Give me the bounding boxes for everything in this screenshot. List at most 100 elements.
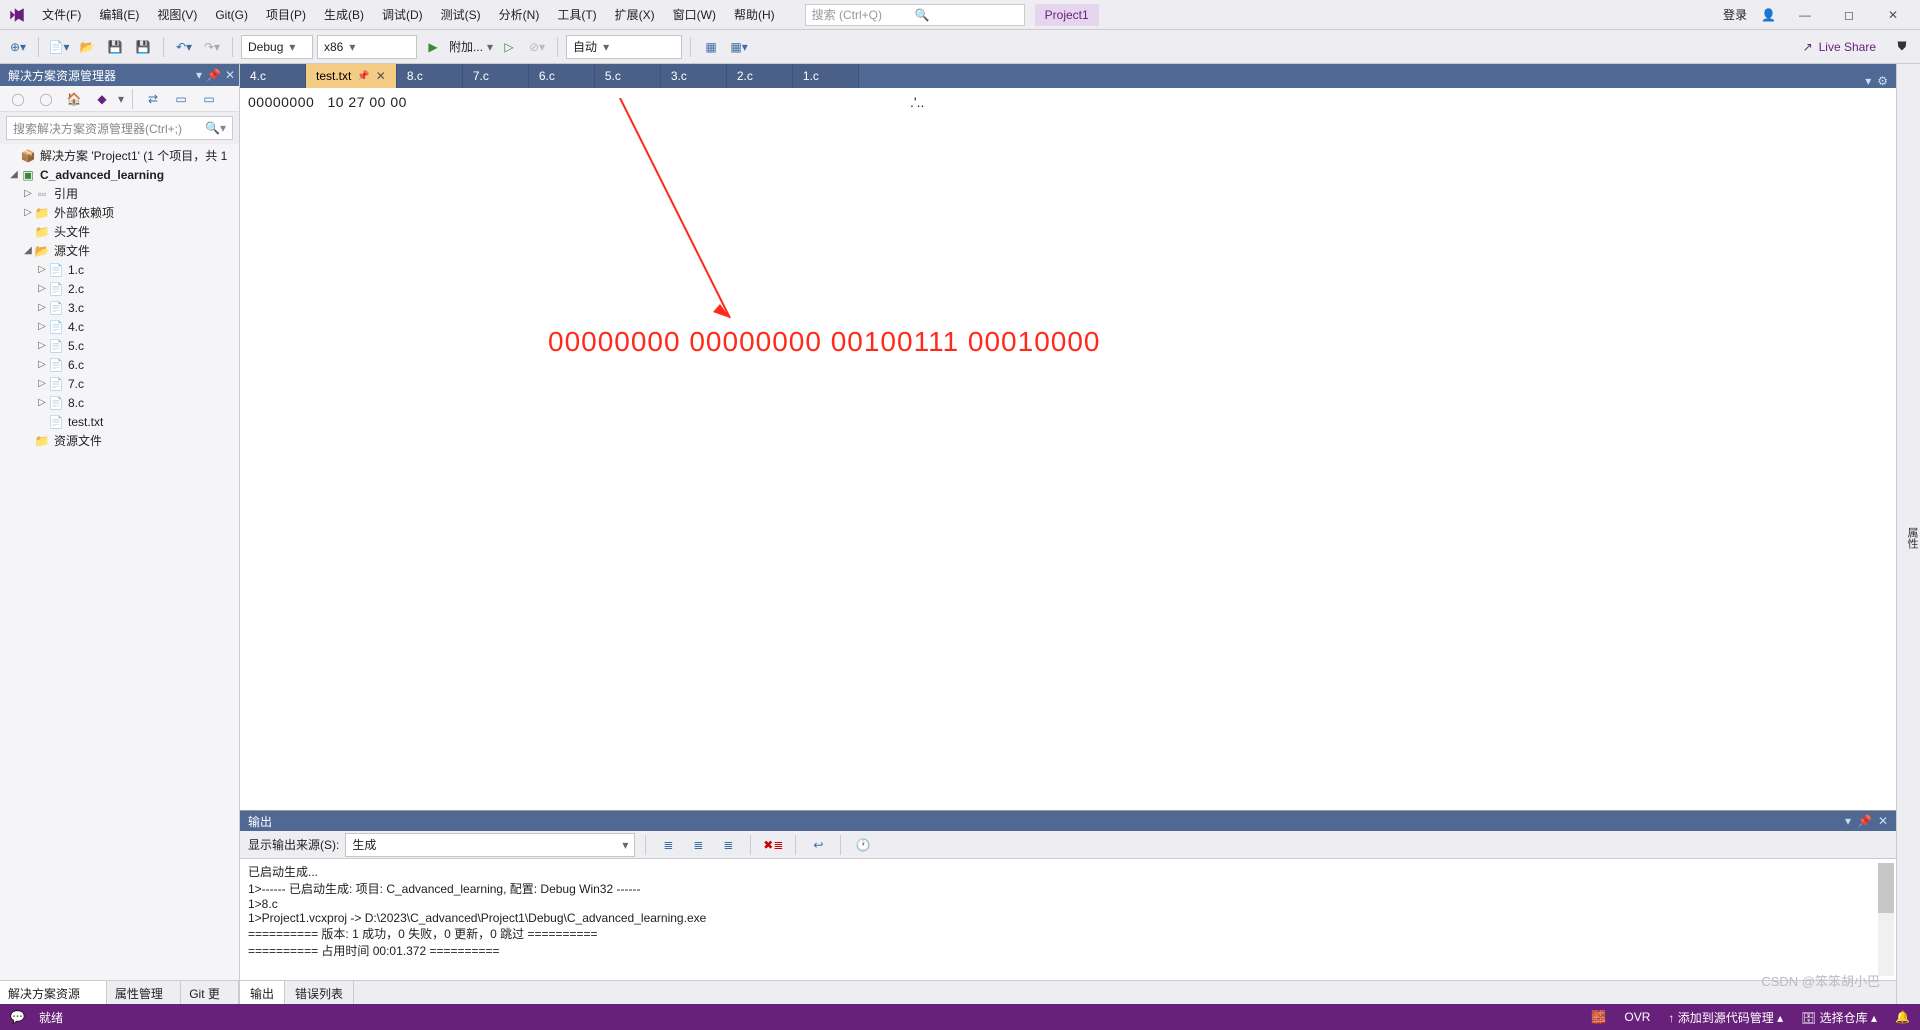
output-pin-icon[interactable]: 📌 bbox=[1857, 814, 1872, 828]
menu-edit[interactable]: 编辑(E) bbox=[91, 2, 147, 27]
tabs-gear-icon[interactable]: ⚙ bbox=[1877, 74, 1888, 88]
config-dropdown[interactable]: Debug▾ bbox=[241, 35, 313, 59]
menu-tools[interactable]: 工具(T) bbox=[549, 2, 604, 27]
save-all-icon[interactable]: 💾 bbox=[131, 35, 155, 59]
output-dropdown-icon[interactable]: ▾ bbox=[1845, 814, 1851, 828]
menu-extensions[interactable]: 扩展(X) bbox=[607, 2, 663, 27]
doc-tab-active[interactable]: test.txt 📌 ✕ bbox=[306, 64, 397, 88]
status-build-icon[interactable]: 🧱 bbox=[1591, 1010, 1606, 1024]
out-tool-icon[interactable]: ≣ bbox=[716, 833, 740, 857]
sidebar-tab-sln[interactable]: 解决方案资源管... bbox=[0, 981, 107, 1004]
menu-test[interactable]: 测试(S) bbox=[433, 2, 489, 27]
out-tool-icon[interactable]: ≣ bbox=[686, 833, 710, 857]
menu-debug[interactable]: 调试(D) bbox=[374, 2, 431, 27]
doc-tab[interactable]: 2.c bbox=[727, 64, 793, 88]
out-tool-icon[interactable]: ≣ bbox=[656, 833, 680, 857]
menu-window[interactable]: 窗口(W) bbox=[665, 2, 724, 27]
menu-analyze[interactable]: 分析(N) bbox=[491, 2, 548, 27]
panel-close-icon[interactable]: ✕ bbox=[225, 68, 235, 82]
editor-area[interactable]: 00000000 10 27 00 00 .'.. 00000000 00000… bbox=[240, 88, 1896, 810]
new-file-icon[interactable]: 📄▾ bbox=[47, 35, 71, 59]
close-button[interactable]: ✕ bbox=[1878, 4, 1908, 26]
bottom-tab-output[interactable]: 输出 bbox=[240, 981, 285, 1004]
output-from-dropdown[interactable]: 生成▾ bbox=[345, 833, 635, 857]
status-chat-icon[interactable]: 💬 bbox=[10, 1010, 25, 1024]
login-link[interactable]: 登录 bbox=[1723, 6, 1747, 23]
maximize-button[interactable]: ◻ bbox=[1834, 4, 1864, 26]
stop-icon[interactable]: ⊘▾ bbox=[525, 35, 549, 59]
sidebar-tab-props[interactable]: 属性管理器 bbox=[107, 981, 181, 1004]
tree-solution[interactable]: 📦解决方案 'Project1' (1 个项目，共 1 bbox=[0, 146, 239, 165]
tree-file[interactable]: ▷📄8.c bbox=[0, 393, 239, 412]
tree-file[interactable]: ▷📄5.c bbox=[0, 336, 239, 355]
sln-sync-icon[interactable]: ⇄ bbox=[141, 87, 165, 111]
menu-project[interactable]: 项目(P) bbox=[258, 2, 314, 27]
menu-help[interactable]: 帮助(H) bbox=[726, 2, 783, 27]
panel-pin-icon[interactable]: 📌 bbox=[206, 68, 221, 82]
save-icon[interactable]: 💾 bbox=[103, 35, 127, 59]
admin-icon[interactable]: ⛊ bbox=[1890, 35, 1914, 59]
tree-file[interactable]: ▷📄6.c bbox=[0, 355, 239, 374]
panel-dropdown-icon[interactable]: ▾ bbox=[196, 68, 202, 82]
menu-view[interactable]: 视图(V) bbox=[149, 2, 205, 27]
output-scroll-thumb[interactable] bbox=[1878, 863, 1894, 913]
back-nav-icon[interactable]: ⊕▾ bbox=[6, 35, 30, 59]
right-rail-properties[interactable]: 属性 bbox=[1896, 64, 1920, 1004]
sidebar-tab-git[interactable]: Git 更改 bbox=[181, 981, 239, 1004]
undo-icon[interactable]: ↶▾ bbox=[172, 35, 196, 59]
output-close-icon[interactable]: ✕ bbox=[1878, 814, 1888, 828]
doc-tab[interactable]: 8.c bbox=[397, 64, 463, 88]
live-share-button[interactable]: ↗ Live Share bbox=[1793, 40, 1886, 54]
solution-tree[interactable]: 📦解决方案 'Project1' (1 个项目，共 1 ◢▣C_advanced… bbox=[0, 144, 239, 980]
minimize-button[interactable]: — bbox=[1790, 4, 1820, 26]
menu-git[interactable]: Git(G) bbox=[207, 4, 256, 26]
tree-headers[interactable]: 📁头文件 bbox=[0, 222, 239, 241]
auto-dropdown[interactable]: 自动▾ bbox=[566, 35, 682, 59]
tabs-dropdown-icon[interactable]: ▾ bbox=[1865, 74, 1871, 88]
tree-file[interactable]: ▷📄3.c bbox=[0, 298, 239, 317]
tree-file[interactable]: ▷📄2.c bbox=[0, 279, 239, 298]
tree-sources[interactable]: ◢📂源文件 bbox=[0, 241, 239, 260]
global-search-input[interactable]: 搜索 (Ctrl+Q) 🔍 bbox=[805, 4, 1025, 26]
out-clock-icon[interactable]: 🕐 bbox=[851, 833, 875, 857]
attach-button[interactable]: 附加... bbox=[449, 38, 483, 55]
start-debug-button[interactable]: ▶ bbox=[421, 35, 445, 59]
sln-show-icon[interactable]: ▭ bbox=[197, 87, 221, 111]
menu-file[interactable]: 文件(F) bbox=[34, 2, 89, 27]
bottom-tab-errors[interactable]: 错误列表 bbox=[285, 981, 354, 1004]
start-nodebug-button[interactable]: ▷ bbox=[497, 35, 521, 59]
platform-dropdown[interactable]: x86▾ bbox=[317, 35, 417, 59]
user-icon[interactable]: 👤 bbox=[1761, 8, 1776, 22]
doc-tab[interactable]: 5.c bbox=[595, 64, 661, 88]
menu-build[interactable]: 生成(B) bbox=[316, 2, 372, 27]
tree-references[interactable]: ▷▫▫引用 bbox=[0, 184, 239, 203]
tree-project[interactable]: ◢▣C_advanced_learning bbox=[0, 165, 239, 184]
doc-tab[interactable]: 4.c bbox=[240, 64, 306, 88]
doc-tab[interactable]: 3.c bbox=[661, 64, 727, 88]
tree-file[interactable]: ▷📄1.c bbox=[0, 260, 239, 279]
redo-icon[interactable]: ↷▾ bbox=[200, 35, 224, 59]
tree-file[interactable]: ▷📄7.c bbox=[0, 374, 239, 393]
tree-ext-deps[interactable]: ▷📁外部依赖项 bbox=[0, 203, 239, 222]
status-select-repo[interactable]: 🗄 选择仓库 ▴ bbox=[1801, 1009, 1877, 1026]
out-wrap-icon[interactable]: ↩ bbox=[806, 833, 830, 857]
doc-tab[interactable]: 7.c bbox=[463, 64, 529, 88]
tool-icon-2[interactable]: ▦▾ bbox=[727, 35, 751, 59]
sln-back-icon[interactable]: ◯ bbox=[6, 87, 30, 111]
open-icon[interactable]: 📂 bbox=[75, 35, 99, 59]
pin-icon[interactable]: 📌 bbox=[357, 71, 369, 82]
doc-tab[interactable]: 1.c bbox=[793, 64, 859, 88]
status-bell-icon[interactable]: 🔔 bbox=[1895, 1010, 1910, 1024]
sln-refresh-icon[interactable]: ▭ bbox=[169, 87, 193, 111]
sln-home-icon[interactable]: 🏠 bbox=[62, 87, 86, 111]
tool-icon-1[interactable]: ▦ bbox=[699, 35, 723, 59]
tree-file[interactable]: 📄test.txt bbox=[0, 412, 239, 431]
tree-file[interactable]: ▷📄4.c bbox=[0, 317, 239, 336]
tab-close-icon[interactable]: ✕ bbox=[376, 69, 386, 83]
project-badge[interactable]: Project1 bbox=[1035, 4, 1099, 26]
out-clear-icon[interactable]: ✖≣ bbox=[761, 833, 785, 857]
doc-tab[interactable]: 6.c bbox=[529, 64, 595, 88]
sln-vs-icon[interactable]: ◆ bbox=[90, 87, 114, 111]
sln-fwd-icon[interactable]: ◯ bbox=[34, 87, 58, 111]
solution-search-input[interactable]: 搜索解决方案资源管理器(Ctrl+;) 🔍▾ bbox=[6, 116, 233, 140]
